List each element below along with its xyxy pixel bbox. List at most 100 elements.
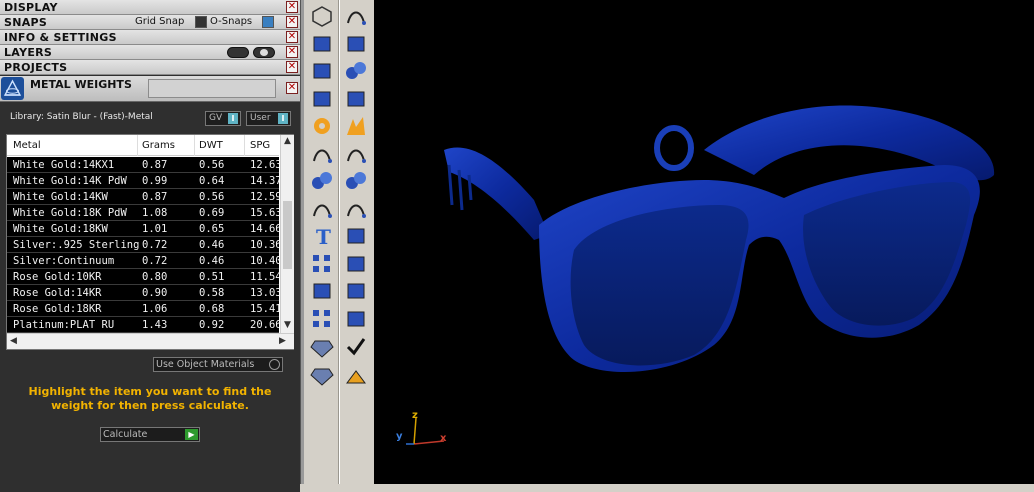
column-metal[interactable]: Metal <box>13 140 41 151</box>
array-icon[interactable] <box>309 306 335 332</box>
instruction-text: Highlight the item you want to find the … <box>28 385 272 412</box>
grid-icon[interactable] <box>309 251 335 277</box>
info-settings-label: INFO & SETTINGS <box>4 31 117 44</box>
table-row[interactable]: White Gold:14K PdW 0.99 0.64 14.37 <box>7 173 279 189</box>
scale-icon[interactable] <box>343 223 369 249</box>
curve-tool-icon[interactable] <box>343 196 369 222</box>
scroll-right-icon[interactable]: ▶ <box>279 336 286 346</box>
close-icon[interactable]: ✕ <box>286 31 298 43</box>
solid-icon[interactable] <box>309 278 335 304</box>
use-object-materials-checkbox[interactable]: Use Object Materials <box>153 357 283 372</box>
table-row[interactable]: White Gold:14KW 0.87 0.56 12.59 <box>7 189 279 205</box>
snaps-section[interactable]: SNAPS Grid Snap O-Snaps ✕ <box>0 15 300 30</box>
close-icon[interactable]: ✕ <box>286 82 298 94</box>
scroll-down-icon[interactable]: ▼ <box>284 320 291 330</box>
osnaps-toggle[interactable] <box>262 16 274 28</box>
spheres-icon[interactable] <box>343 58 369 84</box>
table-row[interactable]: Silver:.925 Sterling 0.72 0.46 10.36 <box>7 237 279 253</box>
left-panel: DISPLAY ✕ SNAPS Grid Snap O-Snaps ✕ INFO… <box>0 0 300 492</box>
scroll-up-icon[interactable]: ▲ <box>284 136 291 146</box>
pencil-icon[interactable] <box>343 251 369 277</box>
grams-cell: 0.72 <box>142 239 168 251</box>
column-dwt[interactable]: DWT <box>199 140 223 151</box>
table-row[interactable]: Rose Gold:10KR 0.80 0.51 11.54 <box>7 269 279 285</box>
stone-icon[interactable] <box>309 361 335 387</box>
molecule-icon[interactable] <box>343 168 369 194</box>
horizontal-scrollbar[interactable]: ◀ ▶ <box>7 333 294 349</box>
cylinder-icon[interactable] <box>309 86 335 112</box>
metal-cell: White Gold:14KX1 <box>13 159 115 171</box>
gv-toggle[interactable]: GV I <box>205 111 241 126</box>
text-icon[interactable]: T <box>309 223 335 249</box>
projects-section[interactable]: PROJECTS ✕ <box>0 60 300 75</box>
gv-toggle-icon: I <box>228 113 238 124</box>
projects-section-label: PROJECTS <box>4 61 68 74</box>
close-icon[interactable]: ✕ <box>286 16 298 28</box>
close-icon[interactable]: ✕ <box>286 46 298 58</box>
transform-icon[interactable] <box>309 31 335 57</box>
spg-cell: 10.36 <box>250 239 279 251</box>
metal-cell: Rose Gold:18KR <box>13 303 102 315</box>
gem-icon[interactable] <box>309 333 335 359</box>
gv-label: GV <box>209 113 223 123</box>
metal-cell: Silver:.925 Sterling <box>13 239 140 251</box>
spg-cell: 11.54 <box>250 271 279 283</box>
table-row[interactable]: Rose Gold:14KR 0.90 0.58 13.03 <box>7 285 279 301</box>
paint-icon[interactable] <box>343 361 369 387</box>
close-icon[interactable]: ✕ <box>286 61 298 73</box>
spg-cell: 10.40 <box>250 255 279 267</box>
table-row[interactable]: White Gold:14KX1 0.87 0.56 12.63 <box>7 157 279 173</box>
puzzle-icon[interactable] <box>309 113 335 139</box>
metal-cell: White Gold:18K PdW <box>13 207 127 219</box>
use-object-materials-label: Use Object Materials <box>156 359 255 370</box>
polygon-icon[interactable] <box>309 3 335 29</box>
curve-arrow-icon[interactable] <box>343 3 369 29</box>
eye-icon[interactable] <box>253 47 275 58</box>
cube-icon[interactable] <box>309 58 335 84</box>
metal-table: Metal Grams DWT SPG White Gold:14KX1 0.87… <box>6 134 294 350</box>
table-row[interactable]: White Gold:18KW 1.01 0.65 14.66 <box>7 221 279 237</box>
grams-cell: 1.06 <box>142 303 168 315</box>
layers-section[interactable]: LAYERS ✕ <box>0 45 300 60</box>
calculate-label: Calculate <box>103 429 148 440</box>
user-toggle[interactable]: User I <box>246 111 291 126</box>
layer-lock-icon[interactable] <box>227 47 249 58</box>
mesh-icon[interactable] <box>343 86 369 112</box>
x-axis-label: x <box>440 433 447 444</box>
spg-cell: 13.03 <box>250 287 279 299</box>
play-icon: ▶ <box>185 429 198 440</box>
grid-snap-toggle[interactable] <box>195 16 207 28</box>
close-icon[interactable]: ✕ <box>286 1 298 13</box>
ruler-icon[interactable] <box>343 278 369 304</box>
spg-cell: 14.66 <box>250 223 279 235</box>
table-row[interactable]: Silver:Continuum 0.72 0.46 10.40 <box>7 253 279 269</box>
scroll-left-icon[interactable]: ◀ <box>10 336 17 346</box>
scroll-thumb[interactable] <box>283 201 292 269</box>
column-grams[interactable]: Grams <box>142 140 175 151</box>
calculate-button[interactable]: Calculate ▶ <box>100 427 200 442</box>
table-body: White Gold:14KX1 0.87 0.56 12.63 White Gold:… <box>7 157 279 333</box>
spg-cell: 14.37 <box>250 175 279 187</box>
info-settings-section[interactable]: INFO & SETTINGS ✕ <box>0 30 300 45</box>
grams-cell: 0.90 <box>142 287 168 299</box>
snaps-section-label: SNAPS <box>4 16 48 29</box>
display-section[interactable]: DISPLAY ✕ <box>0 0 300 15</box>
grams-cell: 1.01 <box>142 223 168 235</box>
mirror-icon[interactable] <box>309 141 335 167</box>
3d-viewport[interactable]: z x y <box>374 0 1034 484</box>
table-row[interactable]: Platinum:PLAT RU 1.43 0.92 20.66 <box>7 317 279 333</box>
split-icon[interactable] <box>343 141 369 167</box>
table-row[interactable]: White Gold:18K PdW 1.08 0.69 15.63 <box>7 205 279 221</box>
vertical-scrollbar[interactable]: ▲ ▼ <box>280 135 294 333</box>
explode-icon[interactable] <box>343 113 369 139</box>
column-spg[interactable]: SPG <box>250 140 270 151</box>
ring-sizer-icon[interactable] <box>343 306 369 332</box>
curve-icon[interactable] <box>309 196 335 222</box>
check-icon[interactable] <box>343 333 369 359</box>
metal-cell: Rose Gold:14KR <box>13 287 102 299</box>
table-row[interactable]: Rose Gold:18KR 1.06 0.68 15.41 <box>7 301 279 317</box>
surface-bend-icon[interactable] <box>343 31 369 57</box>
boolean-icon[interactable] <box>309 168 335 194</box>
grams-cell: 0.87 <box>142 191 168 203</box>
metal-cell: Platinum:PLAT RU <box>13 319 115 331</box>
